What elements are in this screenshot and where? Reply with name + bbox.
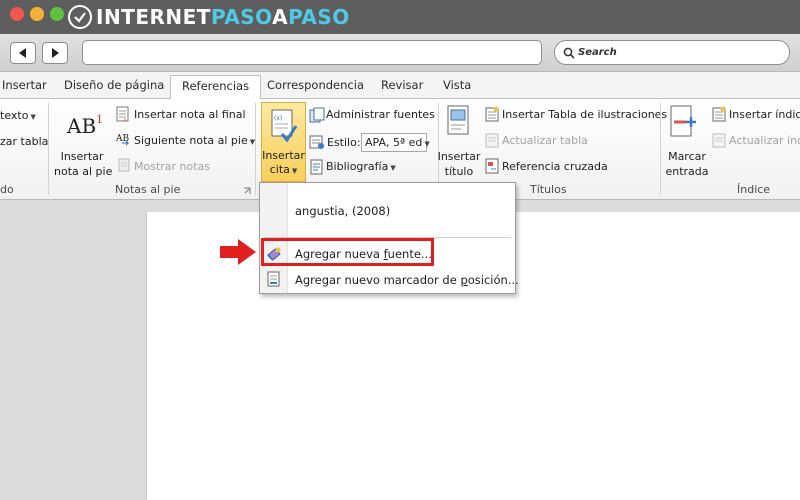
insert-index-icon <box>712 106 726 122</box>
group-label-titulos: Títulos <box>530 183 567 196</box>
agregar-texto-button[interactable]: texto ▼ <box>0 109 36 122</box>
brand-name: INTERNETPASOAPASO <box>96 5 350 29</box>
cross-reference-icon <box>485 158 499 174</box>
manage-sources-icon <box>309 107 325 123</box>
dropdown-arrow-icon: ▼ <box>30 113 36 121</box>
siguiente-nota-pie-label: Siguiente nota al pie <box>134 134 248 147</box>
marcar-entrada-label-1: Marcar <box>668 150 706 163</box>
tab-revisar[interactable]: Revisar <box>381 78 423 92</box>
endnote-icon: 1 <box>116 106 129 122</box>
insertar-nota-pie-label-1: Insertar <box>60 150 104 163</box>
back-arrow-icon <box>19 48 26 58</box>
checkmark-icon <box>68 5 92 29</box>
dropdown-arrow-icon: ▼ <box>390 164 396 172</box>
brand-logo: INTERNETPASOAPASO <box>68 4 350 30</box>
group-label-tabla-contenido: do <box>0 183 14 196</box>
update-index-icon <box>712 133 726 148</box>
brand-name-part1: INTERNET <box>96 5 211 29</box>
agregar-marcador-label-post: osición... <box>467 273 519 287</box>
siguiente-nota-pie-button[interactable]: Siguiente nota al pie ▼ <box>134 134 255 147</box>
ribbon-tabs: Insertar Diseño de página Referencias Co… <box>0 72 800 100</box>
agregar-marcador-label-pre: Agregar nuevo marcador de <box>295 273 461 287</box>
group-label-indice: Índice <box>737 183 771 196</box>
search-field[interactable]: Search <box>554 40 790 65</box>
window-titlebar: INTERNETPASOAPASO <box>0 0 800 34</box>
tab-diseno-pagina[interactable]: Diseño de página <box>64 78 164 92</box>
dialog-launcher-icon[interactable] <box>243 187 251 195</box>
style-icon <box>309 135 324 149</box>
menu-item-existing-citation[interactable]: angustia, (2008) <box>295 204 390 218</box>
tab-referencias[interactable]: Referencias <box>170 75 262 100</box>
tab-insertar[interactable]: Insertar <box>2 78 47 92</box>
maximize-window-button[interactable] <box>50 7 64 21</box>
forward-button[interactable] <box>42 42 68 64</box>
insert-citation-icon: (x) <box>271 109 298 143</box>
insertar-titulo-label-1: Insertar <box>437 150 481 163</box>
insertar-cita-button[interactable]: (x) Insertar cita ▼ <box>261 102 306 182</box>
search-icon <box>563 47 575 59</box>
table-of-figures-icon <box>485 106 499 122</box>
estilo-select[interactable]: APA, 5ª ed ▼ <box>361 133 430 152</box>
svg-text:(x): (x) <box>274 115 282 122</box>
insert-caption-icon <box>447 105 469 135</box>
insertar-titulo-label-2: título <box>444 165 474 178</box>
close-window-button[interactable] <box>10 7 24 21</box>
insertar-cita-label-2: cita <box>269 163 290 176</box>
placeholder-icon <box>267 271 280 287</box>
dropdown-arrow-icon: ▼ <box>291 167 298 175</box>
bibliografia-button[interactable]: Bibliografía ▼ <box>326 160 396 173</box>
insertar-nota-final-button[interactable]: Insertar nota al final <box>134 108 246 121</box>
bibliography-icon <box>310 159 323 175</box>
highlight-box <box>261 238 434 266</box>
dropdown-arrow-icon: ▼ <box>424 140 430 148</box>
insertar-cita-label-1: Insertar <box>262 149 305 162</box>
insertar-nota-pie-button[interactable]: Insertar nota al pie <box>54 149 113 179</box>
referencia-cruzada-button[interactable]: Referencia cruzada <box>502 160 608 173</box>
insertar-indice-button[interactable]: Insertar índice <box>729 108 800 121</box>
marcar-entrada-button[interactable]: Marcar entrada <box>664 149 710 179</box>
tab-correspondencia[interactable]: Correspondencia <box>267 78 364 92</box>
footnote-ab-icon: AB1 <box>67 113 104 138</box>
estilo-value: APA, 5ª ed <box>365 136 423 149</box>
browser-toolbar: Search <box>0 34 800 72</box>
agregar-marcador-accesskey: p <box>460 273 468 287</box>
actualizar-indice-button[interactable]: Actualizar índi <box>729 134 800 147</box>
update-table-icon <box>485 133 499 148</box>
mostrar-notas-button[interactable]: Mostrar notas <box>134 160 210 173</box>
forward-arrow-icon <box>52 48 59 58</box>
insertar-tabla-ilustraciones-button[interactable]: Insertar Tabla de ilustraciones <box>502 108 667 121</box>
back-button[interactable] <box>10 42 36 64</box>
svg-text:1: 1 <box>123 116 127 122</box>
brand-name-part4: PASO <box>288 5 350 29</box>
actualizar-tabla-button[interactable]: Actualizar tabla <box>502 134 588 147</box>
tab-vista[interactable]: Vista <box>443 78 471 92</box>
actualizar-tabla-contenido-button[interactable]: zar tabla <box>0 135 48 148</box>
group-divider <box>660 103 661 195</box>
minimize-window-button[interactable] <box>30 7 44 21</box>
insertar-titulo-button[interactable]: Insertar título <box>437 149 481 179</box>
insertar-nota-pie-label-2: nota al pie <box>54 165 113 178</box>
brand-name-part3: A <box>272 5 289 29</box>
menu-item-agregar-marcador-posicion[interactable]: Agregar nuevo marcador de posición... <box>295 273 519 287</box>
administrar-fuentes-button[interactable]: Administrar fuentes <box>326 108 435 121</box>
address-bar[interactable] <box>82 40 542 65</box>
group-divider <box>48 103 49 195</box>
group-divider <box>255 103 256 195</box>
brand-name-part2: PASO <box>210 5 273 29</box>
next-footnote-icon: AB <box>116 134 129 146</box>
red-arrow-icon <box>220 239 256 265</box>
marcar-entrada-label-2: entrada <box>665 165 709 178</box>
mark-entry-icon <box>670 105 696 137</box>
group-label-notas-pie: Notas al pie <box>115 183 181 196</box>
estilo-label: Estilo: <box>327 136 361 149</box>
bibliografia-label: Bibliografía <box>326 160 389 173</box>
search-placeholder: Search <box>578 47 617 58</box>
agregar-texto-label: texto <box>0 109 29 122</box>
show-notes-icon <box>118 158 130 172</box>
